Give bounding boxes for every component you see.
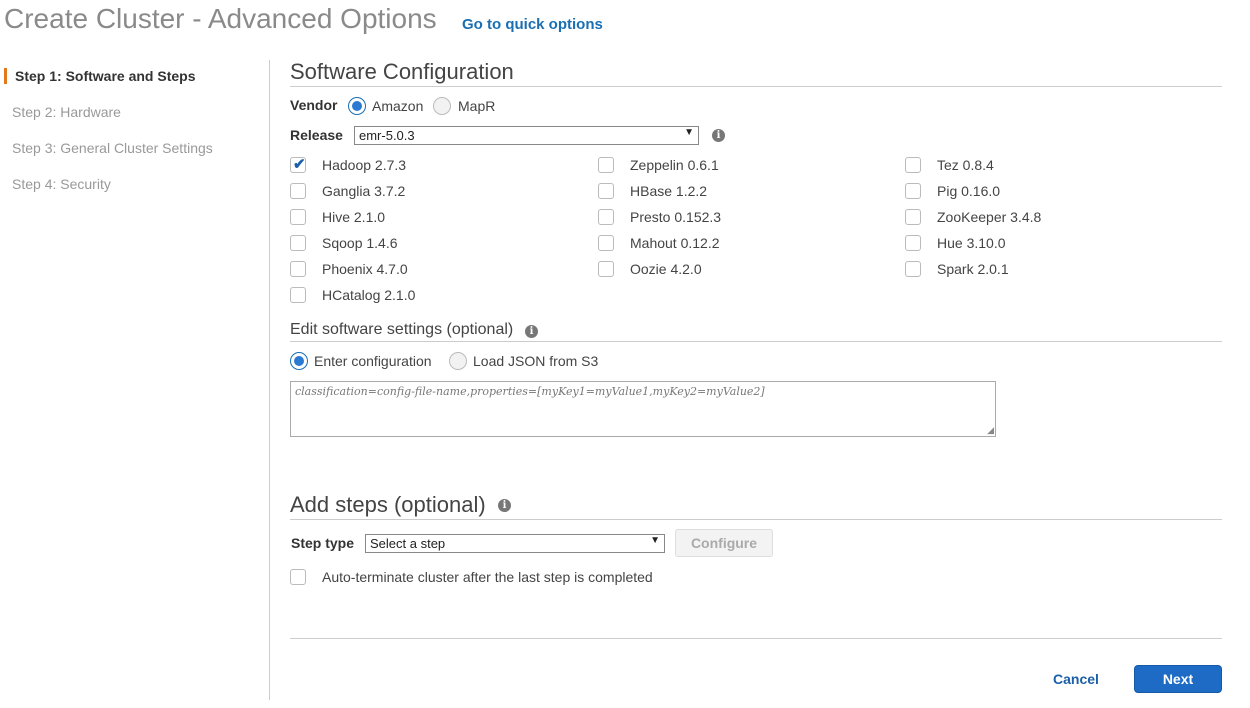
app-label-sqoop: Sqoop 1.4.6 xyxy=(322,235,398,251)
vendor-amazon-label: Amazon xyxy=(372,98,424,114)
app-checkbox-presto[interactable] xyxy=(598,209,614,225)
vendor-mapr-label: MapR xyxy=(458,98,496,114)
load-json-from-s3-label: Load JSON from S3 xyxy=(473,353,599,369)
add-steps-info-icon[interactable]: i xyxy=(498,499,511,512)
app-checkbox-zeppelin[interactable] xyxy=(598,157,614,173)
app-label-presto: Presto 0.152.3 xyxy=(630,209,722,225)
app-checkbox-sqoop[interactable] xyxy=(290,235,306,251)
step-type-select[interactable]: Select a step ▼ xyxy=(365,534,665,553)
release-select-value: emr-5.0.3 xyxy=(359,128,415,143)
app-label-pig: Pig 0.16.0 xyxy=(937,183,1001,199)
app-label-zookeeper: ZooKeeper 3.4.8 xyxy=(937,209,1042,225)
software-configuration-title: Software Configuration xyxy=(290,59,1222,87)
app-label-tez: Tez 0.8.4 xyxy=(937,157,994,173)
app-label-ganglia: Ganglia 3.7.2 xyxy=(322,183,406,199)
app-label-hue: Hue 3.10.0 xyxy=(937,235,1006,251)
go-to-quick-options-link[interactable]: Go to quick options xyxy=(462,16,603,33)
app-label-phoenix: Phoenix 4.7.0 xyxy=(322,261,408,277)
app-label-mahout: Mahout 0.12.2 xyxy=(630,235,720,251)
app-label-hcatalog: HCatalog 2.1.0 xyxy=(322,287,416,303)
page-title: Create Cluster - Advanced Options xyxy=(4,3,437,34)
footer-divider xyxy=(290,638,1222,639)
edit-settings-info-icon[interactable]: i xyxy=(525,325,538,338)
add-steps-title: Add steps (optional) xyxy=(290,492,1222,520)
release-select[interactable]: emr-5.0.3 ▼ xyxy=(354,126,699,145)
release-info-icon[interactable]: i xyxy=(712,129,725,142)
app-checkbox-tez[interactable] xyxy=(905,157,921,173)
configure-button[interactable]: Configure xyxy=(675,529,773,557)
app-label-hive: Hive 2.1.0 xyxy=(322,209,386,225)
app-checkbox-hbase[interactable] xyxy=(598,183,614,199)
next-button[interactable]: Next xyxy=(1134,665,1222,693)
vendor-mapr-radio[interactable] xyxy=(433,97,451,115)
app-checkbox-pig[interactable] xyxy=(905,183,921,199)
app-checkbox-hue[interactable] xyxy=(905,235,921,251)
checkmark-icon: ✔ xyxy=(293,156,306,173)
sidebar-step-hardware[interactable]: Step 2: Hardware xyxy=(12,104,121,120)
auto-terminate-checkbox[interactable] xyxy=(290,569,306,585)
enter-configuration-label: Enter configuration xyxy=(314,353,432,369)
release-label: Release xyxy=(290,127,343,143)
step-type-label: Step type xyxy=(291,535,355,551)
sidebar-step-software-and-steps[interactable]: Step 1: Software and Steps xyxy=(4,68,195,84)
step-type-select-value: Select a step xyxy=(370,536,446,551)
configuration-placeholder: classification=config-file-name,properti… xyxy=(295,385,765,398)
app-label-spark: Spark 2.0.1 xyxy=(937,261,1009,277)
load-json-from-s3-radio[interactable] xyxy=(449,352,467,370)
app-checkbox-zookeeper[interactable] xyxy=(905,209,921,225)
dropdown-arrow-icon: ▼ xyxy=(650,535,660,546)
wizard-sidebar: Step 1: Software and Steps Step 2: Hardw… xyxy=(0,60,270,700)
app-label-oozie: Oozie 4.2.0 xyxy=(630,261,702,277)
edit-software-settings-label: Edit software settings (optional) xyxy=(290,321,514,338)
vendor-label: Vendor xyxy=(290,97,338,113)
app-label-zeppelin: Zeppelin 0.6.1 xyxy=(630,157,719,173)
app-checkbox-oozie[interactable] xyxy=(598,261,614,277)
app-checkbox-ganglia[interactable] xyxy=(290,183,306,199)
dropdown-arrow-icon: ▼ xyxy=(684,127,694,138)
app-checkbox-phoenix[interactable] xyxy=(290,261,306,277)
app-label-hadoop: Hadoop 2.7.3 xyxy=(322,157,407,173)
vendor-amazon-radio[interactable] xyxy=(348,97,366,115)
sidebar-step-security[interactable]: Step 4: Security xyxy=(12,176,111,192)
configuration-textarea[interactable]: classification=config-file-name,properti… xyxy=(290,381,996,437)
auto-terminate-label: Auto-terminate cluster after the last st… xyxy=(322,569,653,585)
app-checkbox-spark[interactable] xyxy=(905,261,921,277)
app-checkbox-hcatalog[interactable] xyxy=(290,287,306,303)
add-steps-label: Add steps (optional) xyxy=(290,492,486,517)
app-checkbox-hive[interactable] xyxy=(290,209,306,225)
app-checkbox-hadoop[interactable]: ✔ xyxy=(290,156,306,173)
sidebar-step-general-cluster-settings[interactable]: Step 3: General Cluster Settings xyxy=(12,140,213,156)
enter-configuration-radio[interactable] xyxy=(290,352,308,370)
app-checkbox-mahout[interactable] xyxy=(598,235,614,251)
app-label-hbase: HBase 1.2.2 xyxy=(630,183,708,199)
resize-grip-icon[interactable]: ◢ xyxy=(987,426,994,436)
edit-software-settings-title: Edit software settings (optional) xyxy=(290,321,1222,342)
cancel-button[interactable]: Cancel xyxy=(1053,671,1099,687)
